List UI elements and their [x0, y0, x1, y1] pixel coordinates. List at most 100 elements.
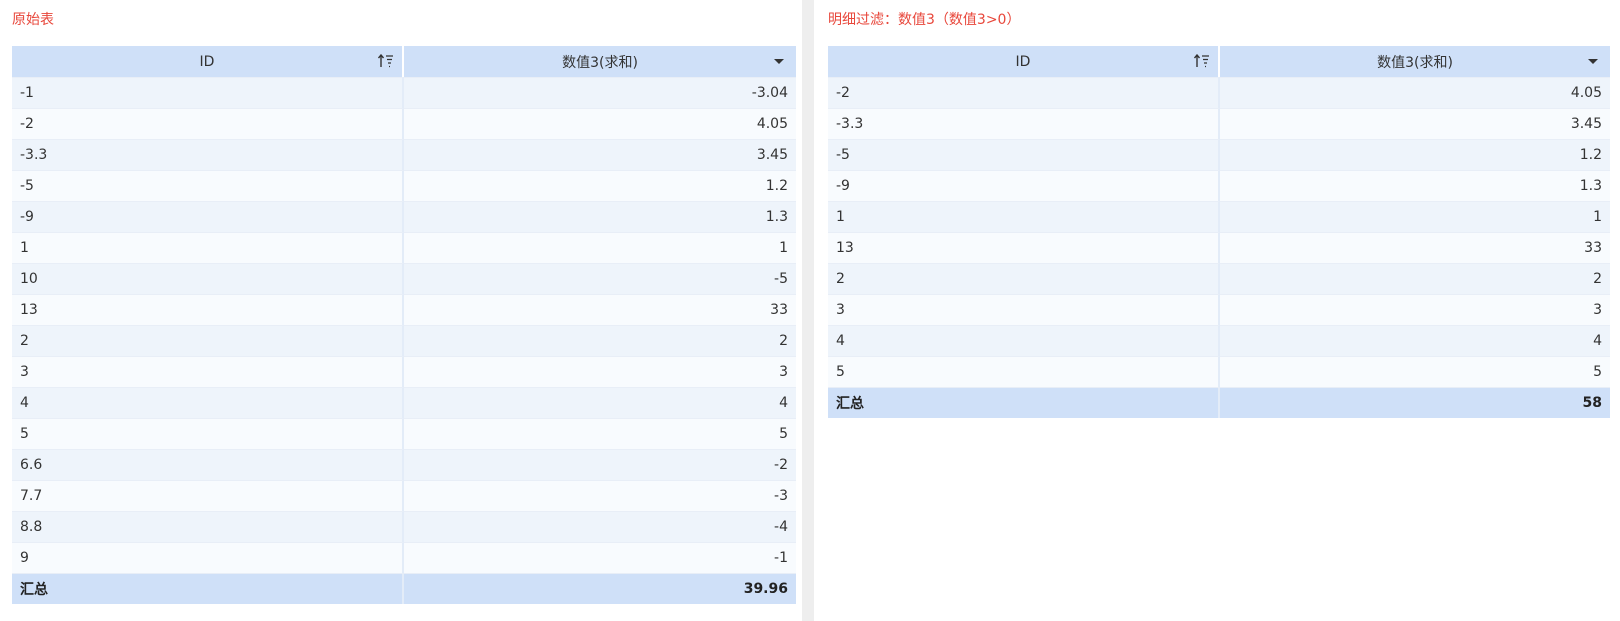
- value-cell: 2: [404, 325, 796, 356]
- id-cell: 1: [828, 201, 1220, 232]
- id-cell: 4: [828, 325, 1220, 356]
- table-row: -3.3 3.45: [12, 139, 796, 170]
- table-row: -9 1.3: [828, 170, 1610, 201]
- id-cell: -3.3: [12, 139, 404, 170]
- id-cell: 5: [828, 356, 1220, 387]
- id-cell: -2: [12, 108, 404, 139]
- table-row: 55: [828, 356, 1610, 387]
- id-cell: 3: [12, 356, 404, 387]
- id-column-label: ID: [1015, 53, 1031, 70]
- sort-filter-icon[interactable]: [1194, 54, 1210, 68]
- header-row: ID 数值3(求和): [12, 46, 796, 77]
- value-cell: 4: [1220, 325, 1610, 356]
- table-row: 11: [828, 201, 1610, 232]
- value-cell: 3.45: [404, 139, 796, 170]
- value-cell: -5: [404, 263, 796, 294]
- original-table-body: -1 -3.04 -2 4.05 -3.3 3.45 -5 1.2 -9 1.3 1 1 10 -5 13 3…: [12, 77, 796, 573]
- value-cell: -2: [404, 449, 796, 480]
- value-cell: 4: [404, 387, 796, 418]
- id-cell: 7.7: [12, 480, 404, 511]
- value-cell: 33: [404, 294, 796, 325]
- table-row: 55: [12, 418, 796, 449]
- table-row: 7.7 -3: [12, 480, 796, 511]
- value-cell: 33: [1220, 232, 1610, 263]
- total-label: 汇总: [12, 573, 404, 604]
- value-cell: -3: [404, 480, 796, 511]
- id-cell: -3.3: [828, 108, 1220, 139]
- table-row: -2 4.05: [828, 77, 1610, 108]
- dropdown-icon[interactable]: [1588, 59, 1598, 64]
- id-cell: -1: [12, 77, 404, 108]
- value-cell: 5: [404, 418, 796, 449]
- value-column-header[interactable]: 数值3(求和): [404, 46, 796, 77]
- table-row: 22: [12, 325, 796, 356]
- table-row: 44: [12, 387, 796, 418]
- filtered-table: ID 数值3(求和) -2 4.05 -3.3 3.45 -5 1.2 -9 1.3 1 1 13 3…: [828, 46, 1610, 418]
- table-row: 13 33: [12, 294, 796, 325]
- table-row: -2 4.05: [12, 108, 796, 139]
- value-cell: 1: [1220, 201, 1610, 232]
- table-row: 6.6 -2: [12, 449, 796, 480]
- sort-filter-icon[interactable]: [378, 54, 394, 68]
- filtered-table-body: -2 4.05 -3.3 3.45 -5 1.2 -9 1.3 1 1 13 33 2 2 3 3 4 4 5 5: [828, 77, 1610, 387]
- total-row: 汇总 39.96: [12, 573, 796, 604]
- value-cell: -1: [404, 542, 796, 573]
- value-column-header[interactable]: 数值3(求和): [1220, 46, 1610, 77]
- table-row: 22: [828, 263, 1610, 294]
- total-row: 汇总 58: [828, 387, 1610, 418]
- dropdown-icon[interactable]: [774, 59, 784, 64]
- value-cell: -3.04: [404, 77, 796, 108]
- table-row: -5 1.2: [12, 170, 796, 201]
- total-value: 58: [1220, 387, 1610, 418]
- filtered-table-panel: 明细过滤：数值3（数值3>0） ID 数值3(求和) -2 4.05 -3.3 …: [814, 0, 1620, 621]
- id-cell: 10: [12, 263, 404, 294]
- table-row: 13 33: [828, 232, 1610, 263]
- value-cell: 3: [404, 356, 796, 387]
- table-row: 11: [12, 232, 796, 263]
- table-row: 44: [828, 325, 1610, 356]
- value-cell: 4.05: [1220, 77, 1610, 108]
- total-value: 39.96: [404, 573, 796, 604]
- id-column-header[interactable]: ID: [12, 46, 404, 77]
- id-cell: 13: [12, 294, 404, 325]
- id-cell: 2: [828, 263, 1220, 294]
- value-cell: 3.45: [1220, 108, 1610, 139]
- table-row: -5 1.2: [828, 139, 1610, 170]
- id-cell: 3: [828, 294, 1220, 325]
- dashboard: 原始表 ID 数值3(求和) -1 -3.04 -2 4.05 -3.3 3.4…: [0, 0, 1620, 621]
- value-cell: 1: [404, 232, 796, 263]
- id-cell: 2: [12, 325, 404, 356]
- table-row: 33: [828, 294, 1610, 325]
- table-row: 33: [12, 356, 796, 387]
- table-row: -9 1.3: [12, 201, 796, 232]
- id-cell: 6.6: [12, 449, 404, 480]
- table-row: -3.3 3.45: [828, 108, 1610, 139]
- id-cell: -5: [12, 170, 404, 201]
- original-table: ID 数值3(求和) -1 -3.04 -2 4.05 -3.3 3.45 -5 1.2 -9 1…: [12, 46, 796, 604]
- value-cell: 4.05: [404, 108, 796, 139]
- table-row: 10 -5: [12, 263, 796, 294]
- table-row: 8.8 -4: [12, 511, 796, 542]
- table-row: 9 -1: [12, 542, 796, 573]
- panel-divider: [802, 0, 814, 621]
- table-row: -1 -3.04: [12, 77, 796, 108]
- id-column-header[interactable]: ID: [828, 46, 1220, 77]
- id-column-label: ID: [199, 53, 215, 70]
- id-cell: -2: [828, 77, 1220, 108]
- id-cell: -9: [828, 170, 1220, 201]
- value-column-label: 数值3(求和): [1377, 54, 1453, 71]
- id-cell: -9: [12, 201, 404, 232]
- id-cell: 5: [12, 418, 404, 449]
- value-cell: -4: [404, 511, 796, 542]
- original-table-title: 原始表: [12, 12, 54, 28]
- id-cell: 1: [12, 232, 404, 263]
- id-cell: 13: [828, 232, 1220, 263]
- id-cell: 9: [12, 542, 404, 573]
- value-cell: 5: [1220, 356, 1610, 387]
- id-cell: 8.8: [12, 511, 404, 542]
- value-cell: 1.3: [1220, 170, 1610, 201]
- value-cell: 1.3: [404, 201, 796, 232]
- value-column-label: 数值3(求和): [562, 54, 638, 71]
- filtered-table-title: 明细过滤：数值3（数值3>0）: [828, 12, 1021, 28]
- value-cell: 3: [1220, 294, 1610, 325]
